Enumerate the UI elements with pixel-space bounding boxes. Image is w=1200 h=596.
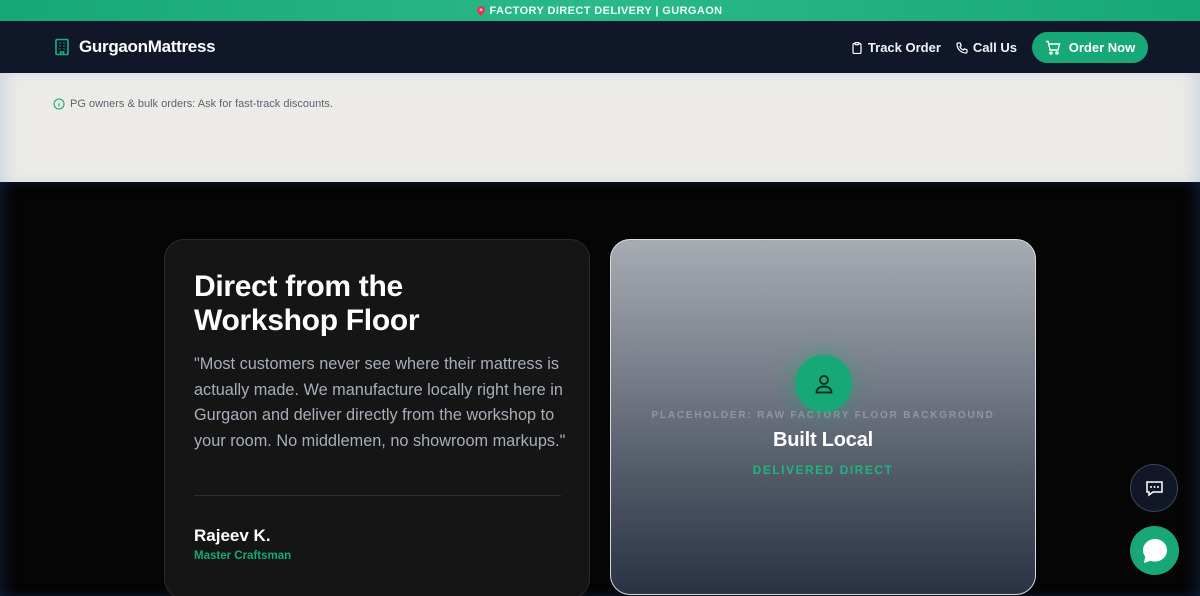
brand-name: GurgaonMattress: [79, 37, 216, 56]
order-now-button[interactable]: Order Now: [1032, 32, 1148, 63]
announcement-bar: FACTORY DIRECT DELIVERY | GURGAON: [0, 0, 1200, 21]
order-now-label: Order Now: [1068, 40, 1136, 55]
feature-badge: [795, 355, 852, 412]
announcement-text: FACTORY DIRECT DELIVERY | GURGAON: [489, 4, 723, 17]
phone-icon: [956, 41, 968, 54]
feature-title: Built Local: [772, 429, 874, 451]
whatsapp-icon: [1142, 538, 1167, 563]
info-icon: [53, 98, 65, 110]
cart-icon: [1045, 40, 1061, 55]
building-icon: [55, 38, 69, 56]
chat-bubble-icon: [1145, 480, 1163, 496]
call-us-link[interactable]: Call Us: [956, 40, 1017, 55]
feature-image-card: PLACEHOLDER: RAW FACTORY FLOOR BACKGROUN…: [610, 239, 1036, 595]
divider: [194, 495, 561, 496]
testimonial-title: Direct from the Workshop Floor: [194, 270, 420, 337]
call-us-label: Call Us: [972, 40, 1017, 55]
map-pin-icon: [477, 5, 486, 16]
whatsapp-button[interactable]: [1130, 526, 1179, 575]
clipboard-icon: [852, 41, 862, 54]
feature-subtitle: DELIVERED DIRECT: [752, 463, 894, 477]
testimonial-card: Direct from the Workshop Floor "Most cus…: [164, 239, 590, 596]
track-order-label: Track Order: [867, 40, 941, 55]
chat-button[interactable]: [1130, 464, 1178, 512]
navbar: GurgaonMattress Track Order Call Us Orde…: [0, 21, 1200, 73]
testimonial-quote: "Most customers never see where their ma…: [194, 355, 566, 451]
notice-banner: PG owners & bulk orders: Ask for fast-tr…: [0, 73, 1200, 182]
author-role: Master Craftsman: [194, 550, 292, 562]
user-icon: [815, 374, 832, 393]
brand-logo[interactable]: GurgaonMattress: [53, 37, 216, 57]
track-order-link[interactable]: Track Order: [851, 40, 941, 55]
notice-text: PG owners & bulk orders: Ask for fast-tr…: [70, 98, 333, 110]
author-name: Rajeev K.: [194, 526, 271, 545]
